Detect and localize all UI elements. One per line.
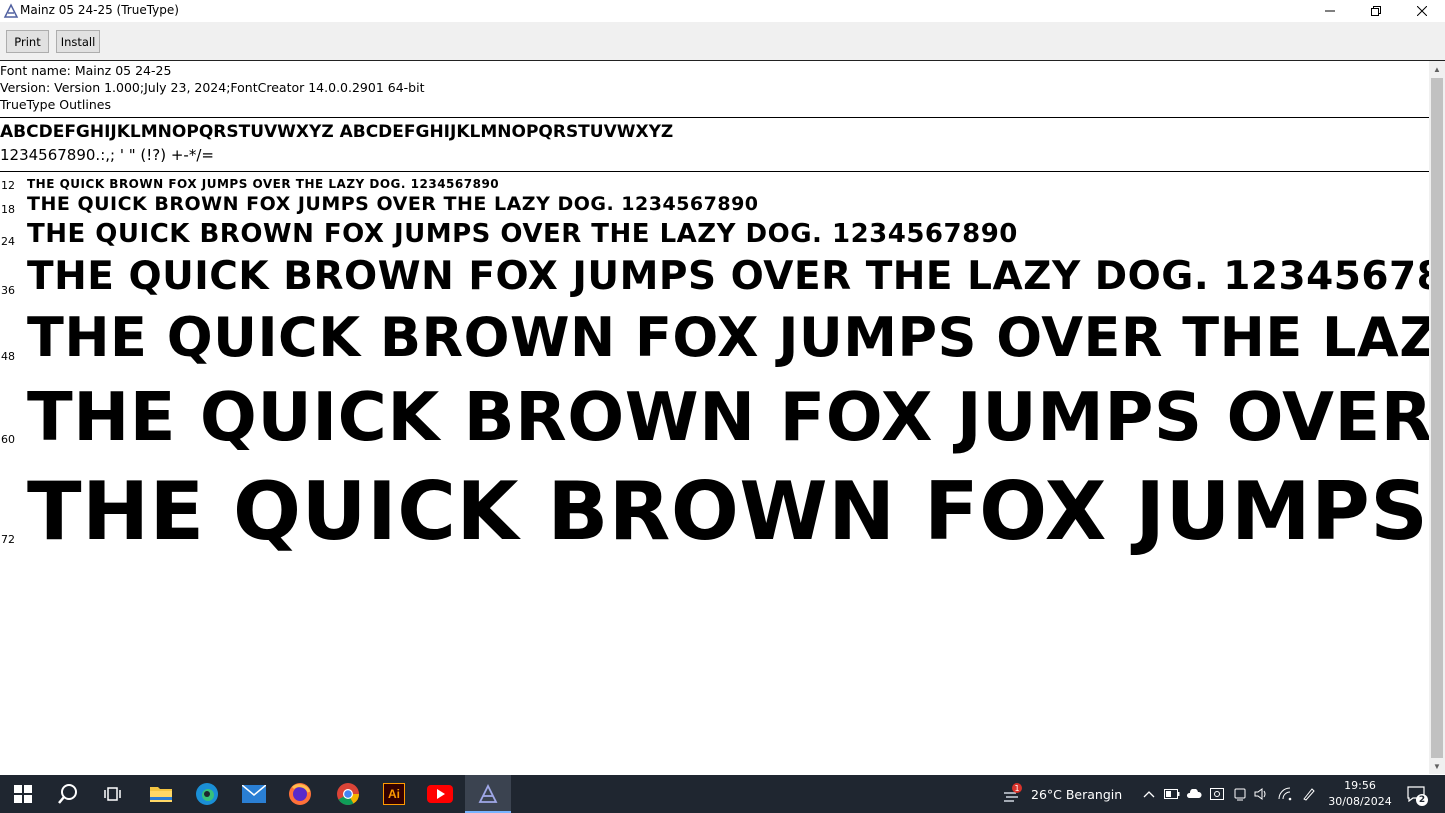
meet-now-icon[interactable] (1232, 786, 1248, 802)
size-label-60: 60 (1, 433, 15, 446)
minimize-icon (1325, 10, 1335, 12)
volume-icon[interactable] (1253, 786, 1269, 802)
size-label-24: 24 (1, 235, 15, 248)
youtube-icon[interactable] (425, 779, 455, 809)
illustrator-icon[interactable]: Ai (379, 779, 409, 809)
firefox-icon[interactable] (285, 779, 315, 809)
battery-icon[interactable] (1164, 786, 1180, 802)
scroll-up-icon[interactable]: ▲ (1429, 61, 1445, 77)
sample-text-18: THE QUICK BROWN FOX JUMPS OVER THE LAZY … (27, 193, 759, 215)
pen-icon[interactable] (1301, 786, 1317, 802)
toolbar: Print Install (0, 22, 1445, 61)
sample-text-24: THE QUICK BROWN FOX JUMPS OVER THE LAZY … (27, 219, 1018, 249)
divider (0, 171, 1429, 172)
clock-time[interactable]: 19:56 (1325, 779, 1395, 792)
size-label-18: 18 (1, 203, 15, 216)
clock-date[interactable]: 30/08/2024 (1325, 795, 1395, 808)
wifi-icon[interactable] (1277, 786, 1293, 802)
minimize-button[interactable] (1307, 0, 1353, 22)
weather-alert-badge: 1 (1012, 783, 1022, 793)
sample-text-12: THE QUICK BROWN FOX JUMPS OVER THE LAZY … (27, 177, 500, 191)
charset-digits: 1234567890.:,; ' " (!?) +-*/= (0, 146, 214, 164)
close-button[interactable] (1399, 0, 1445, 22)
font-viewer-icon[interactable] (473, 779, 503, 809)
cloud-icon[interactable] (1186, 786, 1202, 802)
font-app-icon (3, 3, 19, 19)
task-view-icon[interactable] (98, 779, 128, 809)
window-title: Mainz 05 24-25 (TrueType) (20, 3, 179, 17)
scroll-down-icon[interactable]: ▼ (1429, 758, 1445, 774)
restore-button[interactable] (1353, 0, 1399, 22)
taskbar: Ai 1 26°C Berangin 19:56 30/08/2024 2 (0, 775, 1445, 813)
size-label-72: 72 (1, 533, 15, 546)
sample-text-36: THE QUICK BROWN FOX JUMPS OVER THE LAZY … (27, 254, 1429, 299)
title-bar: Mainz 05 24-25 (TrueType) (0, 0, 1445, 22)
divider (0, 117, 1429, 118)
chrome-icon[interactable] (333, 779, 363, 809)
close-icon (1417, 6, 1427, 16)
scroll-thumb[interactable] (1431, 78, 1443, 758)
size-label-12: 12 (1, 179, 15, 192)
sample-text-48: THE QUICK BROWN FOX JUMPS OVER THE LAZY … (27, 306, 1429, 369)
install-button[interactable]: Install (56, 30, 100, 53)
notification-count-badge: 2 (1416, 794, 1428, 806)
size-label-36: 36 (1, 284, 15, 297)
charset-letters: ABCDEFGHIJKLMNOPQRSTUVWXYZ ABCDEFGHIJKLM… (0, 122, 674, 142)
print-button[interactable]: Print (6, 30, 49, 53)
weather-text[interactable]: 26°C Berangin (1031, 787, 1122, 802)
font-outline-line: TrueType Outlines (0, 97, 111, 112)
sample-text-60: THE QUICK BROWN FOX JUMPS OVER TH (27, 378, 1429, 456)
restore-icon (1371, 6, 1381, 16)
font-name-line: Font name: Mainz 05 24-25 (0, 63, 172, 78)
edge-icon[interactable] (192, 779, 222, 809)
font-preview-area: Font name: Mainz 05 24-25 Version: Versi… (0, 61, 1429, 774)
mail-icon[interactable] (239, 779, 269, 809)
sample-text-72: THE QUICK BROWN FOX JUMPS O (27, 465, 1429, 558)
security-icon[interactable] (1209, 786, 1225, 802)
font-version-line: Version: Version 1.000;July 23, 2024;Fon… (0, 80, 425, 95)
start-icon[interactable] (8, 779, 38, 809)
chevron-up-icon[interactable] (1141, 786, 1157, 802)
file-explorer-icon[interactable] (146, 779, 176, 809)
size-label-48: 48 (1, 350, 15, 363)
search-icon[interactable] (53, 779, 83, 809)
vertical-scrollbar[interactable]: ▲ ▼ (1429, 61, 1445, 774)
illustrator-label: Ai (383, 783, 405, 805)
